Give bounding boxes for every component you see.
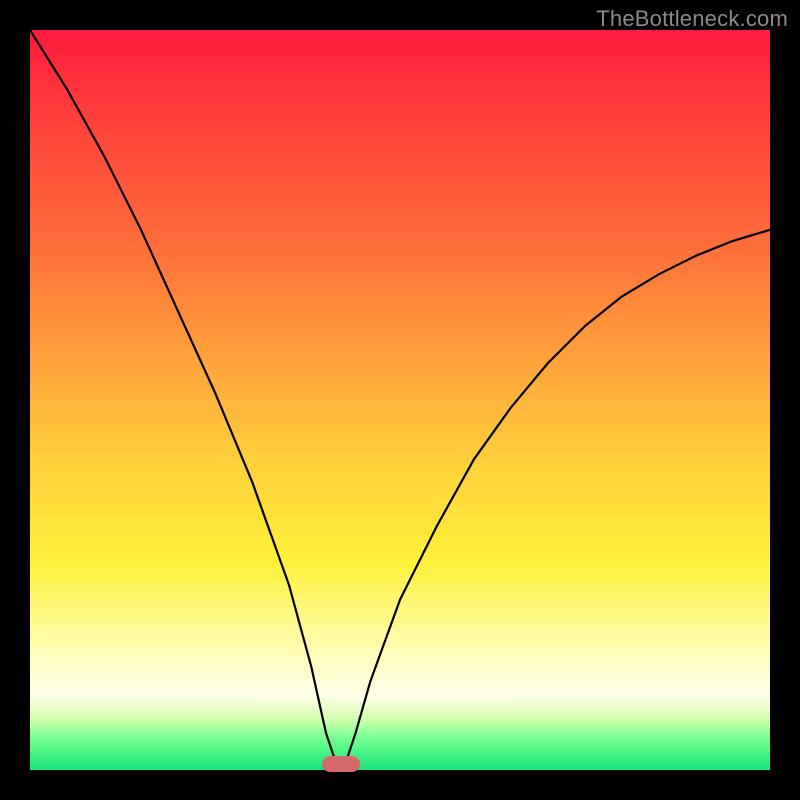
chart-frame: TheBottleneck.com [0,0,800,800]
bottleneck-curve [30,30,770,770]
watermark-text: TheBottleneck.com [596,6,788,32]
optimal-range-marker [322,756,360,772]
plot-area [30,30,770,770]
